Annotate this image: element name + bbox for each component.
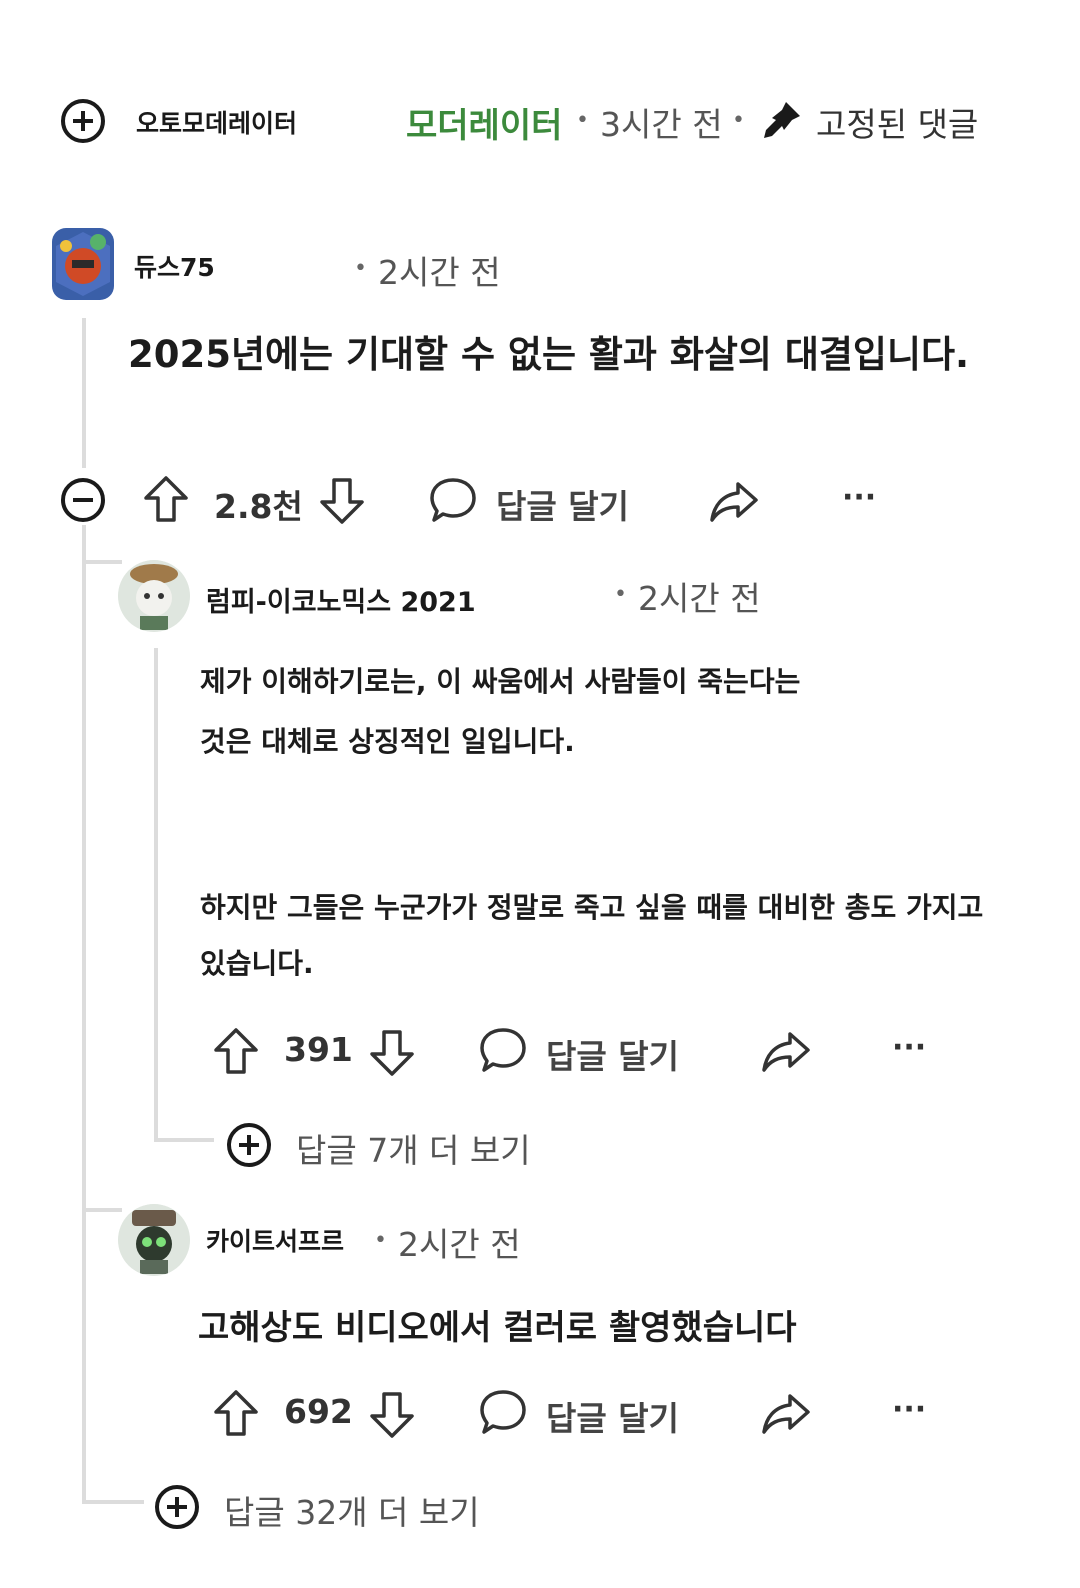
moderator-role: 모더레이터 (406, 106, 563, 146)
downvote-icon[interactable] (368, 1390, 416, 1440)
thread-line-reply1 (154, 648, 158, 1138)
reply2-time: 2시간 전 (398, 1225, 521, 1264)
avatar[interactable] (52, 228, 114, 300)
upvote-icon[interactable] (212, 1026, 260, 1076)
share-icon[interactable] (760, 1028, 812, 1074)
more-options-icon[interactable]: ··· (842, 480, 876, 515)
comment-text: 2025년에는 기대할 수 없는 활과 화살의 대결입니다. (128, 333, 970, 376)
more-replies-link[interactable]: 답글 7개 더 보기 (296, 1124, 531, 1172)
reply1-username[interactable]: 럼피-이코노믹스 2021 (206, 580, 476, 619)
reply-button[interactable]: 답글 달기 (546, 1392, 679, 1440)
separator-dot: • (732, 108, 745, 133)
avatar[interactable] (118, 1204, 190, 1276)
upvote-icon[interactable] (142, 474, 190, 524)
upvote-icon[interactable] (212, 1388, 260, 1438)
more-options-icon[interactable]: ··· (892, 1392, 926, 1427)
separator-dot: • (374, 1228, 387, 1253)
expand-icon[interactable] (226, 1122, 272, 1168)
downvote-icon[interactable] (318, 476, 366, 526)
reply1-text-line4: 있습니다. (200, 947, 314, 980)
reply1-text-line2: 것은 대체로 상징적인 일입니다. (200, 725, 575, 758)
thread-branch-reply1 (82, 560, 122, 564)
comment-bubble-icon[interactable] (478, 1388, 528, 1436)
reply-button[interactable]: 답글 달기 (546, 1030, 679, 1078)
expand-icon[interactable] (154, 1484, 200, 1530)
reply1-text-line1: 제가 이해하기로는, 이 싸움에서 사람들이 죽는다는 (200, 665, 801, 698)
thread-branch-more7 (154, 1138, 214, 1142)
downvote-icon[interactable] (368, 1028, 416, 1078)
vote-count: 692 (284, 1392, 353, 1431)
reply2-username[interactable]: 카이트서프르 (206, 1222, 344, 1258)
collapse-icon[interactable] (60, 477, 106, 523)
comment-bubble-icon[interactable] (478, 1026, 528, 1074)
reply1-text-line3: 하지만 그들은 누군가가 정말로 죽고 싶을 때를 대비한 총도 가지고 (200, 891, 984, 924)
separator-dot: • (354, 256, 367, 281)
share-icon[interactable] (708, 478, 760, 524)
comment-bubble-icon[interactable] (428, 476, 478, 524)
vote-count: 391 (284, 1030, 353, 1069)
vote-count: 2.8천 (214, 487, 303, 526)
thread-line-main-lower (82, 525, 86, 1500)
pinned-username[interactable]: 오토모데레이터 (136, 104, 297, 140)
pinned-label: 고정된 댓글 (816, 105, 979, 144)
more-replies-link[interactable]: 답글 32개 더 보기 (224, 1486, 480, 1534)
thread-branch-reply2 (82, 1208, 122, 1212)
more-options-icon[interactable]: ··· (892, 1030, 926, 1065)
separator-dot: • (576, 108, 589, 133)
thread-branch-more32 (82, 1500, 144, 1504)
reply2-text: 고해상도 비디오에서 컬러로 촬영했습니다 (198, 1308, 797, 1348)
share-icon[interactable] (760, 1390, 812, 1436)
reply1-time: 2시간 전 (638, 579, 761, 618)
thread-line-main (82, 318, 86, 468)
expand-icon[interactable] (60, 98, 106, 144)
comment-username[interactable]: 듀스75 (134, 248, 215, 284)
separator-dot: • (614, 582, 627, 607)
reply-button[interactable]: 답글 달기 (496, 480, 629, 528)
comment-time: 2시간 전 (378, 253, 501, 292)
avatar[interactable] (118, 560, 190, 632)
pinned-time: 3시간 전 (600, 105, 723, 144)
pin-icon (758, 98, 804, 144)
